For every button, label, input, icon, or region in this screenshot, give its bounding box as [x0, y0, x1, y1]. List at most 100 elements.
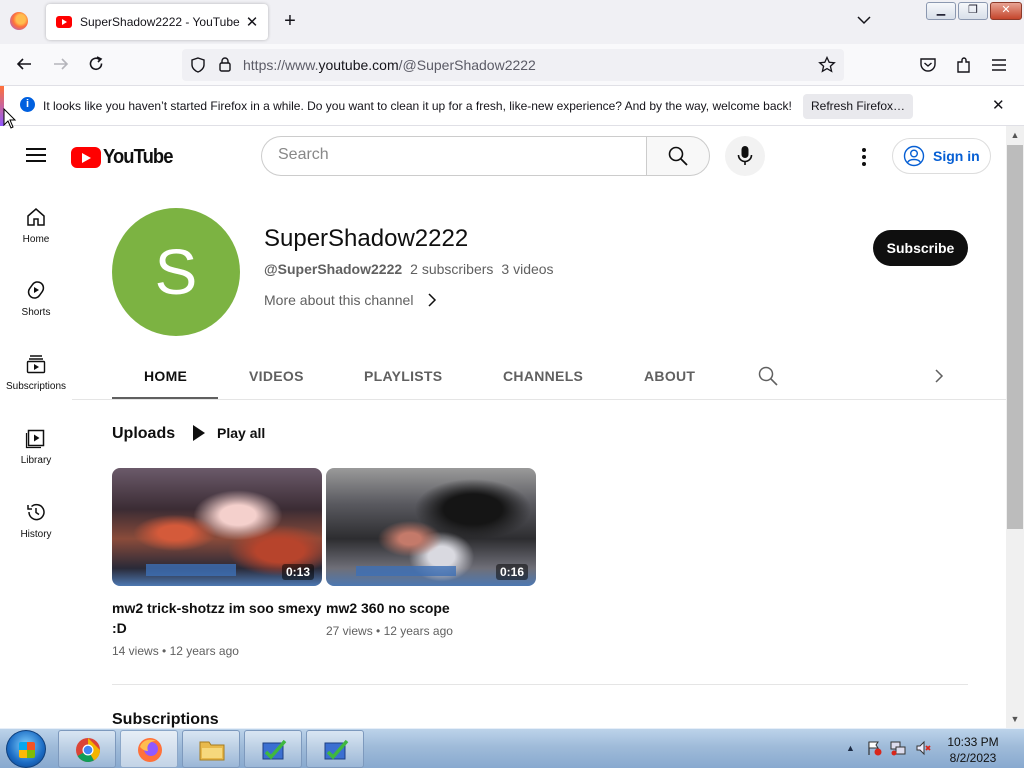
tabs-scroll-right-icon[interactable]	[934, 369, 944, 383]
guide-menu-icon[interactable]	[26, 148, 46, 162]
video-card[interactable]: 0:16 mw2 360 no scope 27 views • 12 year…	[326, 468, 536, 638]
window-controls: ▁ ❐ ✕	[926, 2, 1022, 20]
guide-item-home[interactable]: Home	[0, 206, 72, 245]
search-box[interactable]	[261, 136, 647, 176]
subscribe-button[interactable]: Subscribe	[873, 230, 968, 266]
tracking-shield-icon[interactable]	[190, 57, 206, 73]
firefox-refresh-notification: i It looks like you haven’t started Fire…	[0, 86, 1024, 126]
bookmark-star-icon[interactable]	[818, 56, 836, 74]
channel-search-icon[interactable]	[758, 366, 778, 386]
video-thumbnail[interactable]: 0:16	[326, 468, 536, 586]
more-about-channel-link[interactable]: More about this channel	[264, 292, 437, 308]
video-title[interactable]: mw2 360 no scope	[326, 598, 536, 618]
action-center-flag-icon[interactable]	[866, 740, 882, 756]
tab-channels[interactable]: CHANNELS	[503, 368, 583, 384]
guide-item-subscriptions[interactable]: Subscriptions	[0, 353, 72, 392]
guide-label: Shorts	[21, 307, 51, 318]
video-title[interactable]: mw2 trick-shotzz im soo smexy :D	[112, 598, 322, 638]
play-all-label: Play all	[217, 425, 266, 441]
firefox-icon	[138, 738, 162, 762]
video-duration: 0:16	[495, 564, 528, 580]
guide-item-library[interactable]: Library	[0, 427, 72, 466]
taskbar-app-1[interactable]	[244, 730, 302, 768]
tab-home[interactable]: HOME	[144, 368, 187, 384]
notification-message: It looks like you haven’t started Firefo…	[43, 99, 792, 113]
back-arrow-icon[interactable]	[14, 55, 34, 75]
channel-meta: @SuperShadow2222 2 subscribers 3 videos	[264, 261, 554, 277]
show-hidden-icons-icon[interactable]: ▲	[846, 743, 855, 753]
video-card[interactable]: 0:13 mw2 trick-shotzz im soo smexy :D 14…	[112, 468, 322, 658]
subscriber-count: 2 subscribers	[410, 261, 494, 277]
guide-item-shorts[interactable]: Shorts	[0, 279, 72, 318]
chevron-down-icon[interactable]	[856, 12, 872, 28]
library-icon	[25, 429, 45, 449]
shelf-divider	[112, 684, 968, 685]
checkmark-app-icon	[262, 739, 287, 760]
video-thumbnail[interactable]: 0:13	[112, 468, 322, 586]
forward-arrow-icon[interactable]	[51, 55, 71, 75]
refresh-firefox-button[interactable]: Refresh Firefox…	[803, 94, 913, 119]
scroll-down-icon[interactable]: ▼	[1006, 711, 1024, 727]
history-icon	[27, 503, 45, 521]
restore-icon[interactable]: ❐	[958, 2, 988, 20]
taskbar-app-2[interactable]	[306, 730, 364, 768]
tab-videos[interactable]: VIDEOS	[249, 368, 304, 384]
tabs-divider	[72, 399, 1006, 400]
play-icon	[193, 425, 205, 441]
play-all-button[interactable]: Play all	[193, 425, 265, 441]
subscriptions-shelf-title[interactable]: Subscriptions	[112, 711, 219, 728]
volume-muted-icon[interactable]	[915, 740, 931, 756]
sign-in-button[interactable]: Sign in	[892, 138, 991, 174]
channel-handle: @SuperShadow2222	[264, 261, 403, 277]
home-icon	[27, 208, 45, 226]
clock-time: 10:33 PM	[947, 735, 999, 749]
system-clock[interactable]: 10:33 PM 8/2/2023	[936, 734, 1010, 766]
reload-icon[interactable]	[86, 55, 106, 75]
channel-avatar: S	[112, 208, 240, 336]
youtube-page: YouTube Sign in Home Shorts Subscription…	[0, 126, 1006, 728]
chevron-right-icon	[428, 293, 437, 307]
video-age: 12 years ago	[169, 644, 239, 658]
lock-icon[interactable]	[218, 56, 232, 73]
info-icon: i	[20, 97, 35, 112]
new-tab-icon[interactable]: +	[280, 10, 300, 32]
scroll-up-icon[interactable]: ▲	[1006, 127, 1024, 143]
url-text[interactable]: https://www.youtube.com/@SuperShadow2222	[243, 57, 536, 73]
network-icon[interactable]	[890, 740, 906, 756]
close-tab-icon[interactable]: ✕	[242, 13, 262, 31]
browser-tab-active[interactable]: SuperShadow2222 - YouTube ✕	[46, 4, 268, 40]
page-scrollbar[interactable]: ▲ ▼	[1006, 126, 1024, 728]
account-icon	[903, 145, 925, 167]
scrollbar-thumb[interactable]	[1007, 145, 1023, 529]
app-menu-icon[interactable]	[991, 57, 1007, 73]
youtube-favicon-icon	[56, 16, 72, 28]
taskbar-chrome[interactable]	[58, 730, 116, 768]
url-bar[interactable]: https://www.youtube.com/@SuperShadow2222	[182, 49, 844, 81]
close-notification-icon[interactable]: ✕	[992, 96, 1005, 114]
guide-label: History	[20, 529, 52, 540]
close-window-icon[interactable]: ✕	[990, 2, 1022, 20]
minimize-icon[interactable]: ▁	[926, 2, 956, 20]
start-button[interactable]	[6, 730, 46, 768]
video-meta: 27 views • 12 years ago	[326, 624, 453, 638]
pocket-icon[interactable]	[919, 56, 937, 74]
taskbar-firefox[interactable]	[120, 730, 178, 768]
tab-title: SuperShadow2222 - YouTube	[80, 15, 240, 29]
voice-search-button[interactable]	[725, 136, 765, 176]
search-icon	[668, 146, 688, 166]
shorts-icon	[27, 281, 45, 299]
taskbar-explorer[interactable]	[182, 730, 240, 768]
extensions-icon[interactable]	[955, 56, 973, 74]
search-input[interactable]	[278, 146, 628, 164]
uploads-shelf-title[interactable]: Uploads	[112, 425, 175, 443]
tab-about[interactable]: ABOUT	[644, 368, 695, 384]
youtube-logo[interactable]: YouTube	[71, 146, 179, 169]
video-views: 14 views	[112, 644, 159, 658]
more-about-label: More about this channel	[264, 292, 414, 308]
settings-more-icon[interactable]	[861, 148, 867, 166]
guide-item-history[interactable]: History	[0, 501, 72, 540]
clock-date: 8/2/2023	[949, 751, 997, 765]
tab-playlists[interactable]: PLAYLISTS	[364, 368, 442, 384]
search-button[interactable]	[646, 136, 710, 176]
firefox-view-icon[interactable]	[10, 12, 28, 30]
